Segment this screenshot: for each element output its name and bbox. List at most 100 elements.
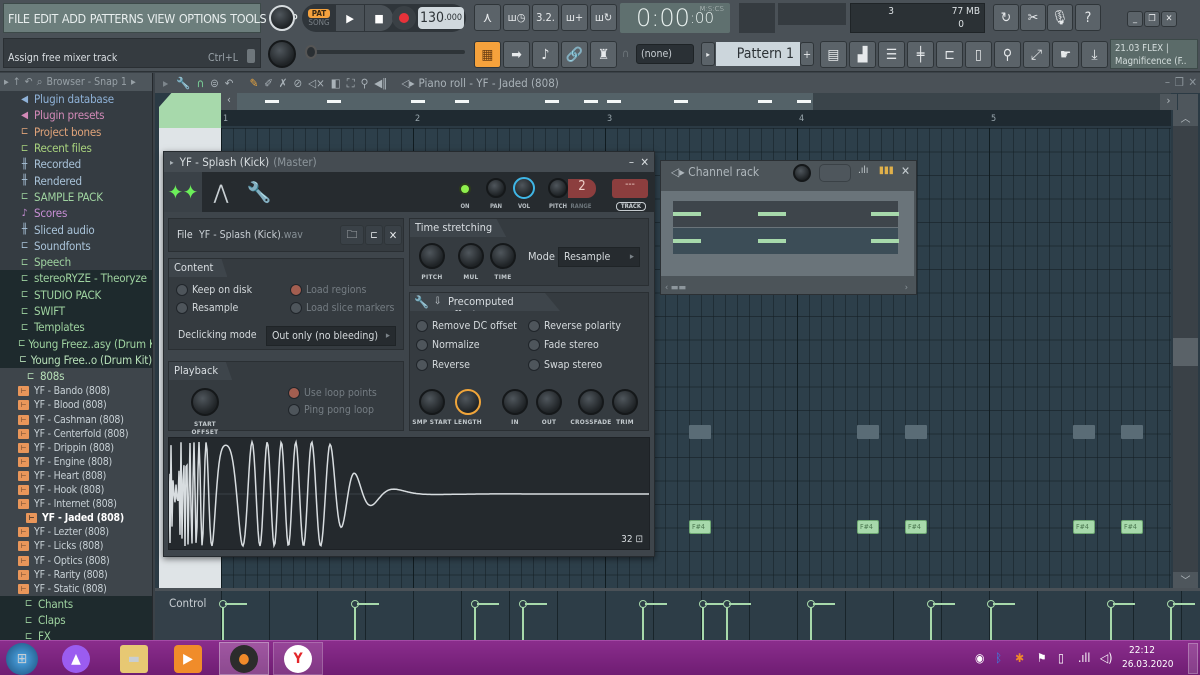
note[interactable]: F#4 <box>905 520 927 534</box>
channel-rack-close-icon[interactable]: ✕ <box>901 164 910 178</box>
pin-icon[interactable]: ⇩ <box>434 296 442 307</box>
pattern-selector[interactable]: Pattern 1 <box>716 42 800 66</box>
velocity-bar[interactable] <box>1167 600 1195 643</box>
slider-handle[interactable] <box>305 45 317 59</box>
reverse-polarity-radio[interactable]: Reverse polarity <box>528 320 621 332</box>
step-edit-button[interactable]: ▦ <box>474 41 501 68</box>
time-ruler[interactable]: 1 2 3 4 5 <box>221 110 1171 126</box>
bluetooth-tray-icon[interactable]: ᛒ <box>995 651 1002 665</box>
menu-tools[interactable]: TOOLS <box>230 11 266 26</box>
metronome-button[interactable]: ⋏ <box>474 4 501 31</box>
browser-file[interactable]: ⊢ YF - Heart (808) <box>0 468 152 483</box>
snap-magnet-icon[interactable]: ∩ <box>197 76 205 90</box>
tutorial-button[interactable]: ☛ <box>1052 41 1079 68</box>
graph-icon[interactable]: .ılı <box>858 165 868 176</box>
avast-tray-icon[interactable]: ✱ <box>1015 651 1024 665</box>
draw-pencil-icon[interactable]: ✎ <box>249 76 258 90</box>
channel-step[interactable] <box>871 212 899 216</box>
show-desktop-button[interactable] <box>1188 643 1198 674</box>
browser-item[interactable]: ⊏ Soundfonts <box>0 238 152 254</box>
media-player-icon[interactable]: ▶ <box>174 645 202 673</box>
stamp-icon[interactable]: ⊜ <box>210 76 219 90</box>
reverse-radio[interactable]: Reverse <box>416 359 470 371</box>
browser-file[interactable]: ⊢ YF - Engine (808) <box>0 454 152 469</box>
volume-knob[interactable] <box>513 177 535 199</box>
ts-time-knob[interactable] <box>490 243 516 269</box>
browser-file[interactable]: ⊢ YF - Static (808) <box>0 581 152 596</box>
pan-knob[interactable] <box>486 178 506 198</box>
tempo-field[interactable]: 130.000 <box>418 7 464 29</box>
record-button[interactable] <box>392 6 416 30</box>
news-panel[interactable]: 21.03 FLEX | Magnificence (F.. <box>1110 39 1198 69</box>
waveform-zoom[interactable]: 32 ⊡ <box>621 534 643 545</box>
channel-step[interactable] <box>673 239 701 243</box>
record-audio-button[interactable]: 🎙 <box>1047 4 1073 31</box>
velocity-bar[interactable] <box>927 600 955 643</box>
channel-step[interactable] <box>673 212 701 216</box>
note[interactable]: F#4 <box>857 520 879 534</box>
playlist-button[interactable]: ▤ <box>820 41 847 68</box>
browser-item[interactable]: ⊏ stereoRYZE - Theoryze <box>0 270 152 287</box>
mode-select[interactable]: Resample <box>558 247 640 267</box>
open-file-icon[interactable]: 🗀 <box>340 225 364 245</box>
undo-icon[interactable]: ↶ <box>225 76 234 90</box>
use-loop-points-radio[interactable]: Use loop points <box>288 387 377 399</box>
length-knob[interactable] <box>455 389 481 415</box>
channel-step[interactable] <box>871 239 899 243</box>
browser-item[interactable]: ⊏Young Freez..asy (Drum Kit) <box>0 335 152 352</box>
velocity-bar[interactable] <box>807 600 835 643</box>
master-pitch-slider[interactable] <box>305 45 465 59</box>
swap-stereo-radio[interactable]: Swap stereo <box>528 359 602 371</box>
normalize-radio[interactable]: Normalize <box>416 339 480 351</box>
menu-file[interactable]: FILE <box>8 11 30 26</box>
browser-file[interactable]: ⊢ YF - Lezter (808) <box>0 525 152 540</box>
fade-stereo-radio[interactable]: Fade stereo <box>528 339 599 351</box>
browser-item[interactable]: ⊏ Speech <box>0 254 152 270</box>
download-button[interactable]: ⤓ <box>1081 41 1108 68</box>
velocity-bar[interactable] <box>351 600 379 643</box>
channel-step[interactable] <box>758 212 786 216</box>
play-button[interactable]: ▶ <box>336 5 364 31</box>
close-button[interactable]: ✕ <box>1161 11 1177 27</box>
browser-item[interactable]: ╫ Rendered <box>0 172 152 188</box>
velocity-bar[interactable] <box>219 600 247 643</box>
browser-item[interactable]: ⊏ Recent files <box>0 140 152 156</box>
browser-item[interactable]: ⊏ SWIFT <box>0 302 152 320</box>
slip-tool-icon[interactable]: ◁× <box>308 76 325 90</box>
velocity-bar[interactable] <box>471 600 499 643</box>
taskbar-fl-studio[interactable]: ● <box>219 642 269 675</box>
volume-tray-icon[interactable]: ◁) <box>1100 651 1113 665</box>
scroll-right-button[interactable]: › <box>1160 94 1177 110</box>
countdown-button[interactable]: 3.2. <box>532 4 559 31</box>
master-volume-knob[interactable] <box>269 5 295 31</box>
control-label[interactable]: Control <box>169 596 206 610</box>
remove-dc-offset-radio[interactable]: Remove DC offset <box>416 320 517 332</box>
waveform-display[interactable]: 32 ⊡ <box>168 437 650 550</box>
velocity-bar[interactable] <box>519 600 547 643</box>
help-button[interactable]: ? <box>1075 4 1101 31</box>
browser-next-icon[interactable]: ▸ <box>131 76 136 88</box>
project-files-button[interactable]: ▯ <box>965 41 992 68</box>
browser-menu-arrow-icon[interactable]: ▸ <box>4 76 9 88</box>
network-signal-icon[interactable]: .ıll <box>1078 651 1090 665</box>
velocity-bar[interactable] <box>987 600 1015 643</box>
velocity-bar[interactable] <box>699 600 727 643</box>
note[interactable]: F#4 <box>1121 520 1143 534</box>
track-display[interactable]: --- <box>612 179 648 198</box>
minimize-button[interactable]: _ <box>1127 11 1143 27</box>
plugin-picker-button[interactable]: ⚲ <box>994 41 1021 68</box>
menu-options[interactable]: OPTIONS <box>179 11 227 26</box>
browser-item[interactable]: ♪ Scores <box>0 205 152 221</box>
scroll-up-button[interactable]: ︿ <box>1173 110 1198 126</box>
browser-button[interactable]: ⊏ <box>936 41 963 68</box>
link-button[interactable]: 🔗 <box>561 41 588 68</box>
vertical-scrollbar[interactable]: ︿ ﹀ <box>1173 110 1198 588</box>
loop-record-button[interactable]: ш↻ <box>590 4 617 31</box>
clear-file-icon[interactable]: ✕ <box>384 225 402 245</box>
browser-item[interactable]: ⊏ Young Free..o (Drum Kit) <box>0 351 152 369</box>
load-regions-radio[interactable]: Load regions <box>290 284 366 296</box>
restore-button[interactable]: ❐ <box>1144 11 1160 27</box>
wrench-icon[interactable]: 🔧 <box>176 76 190 90</box>
menu-patterns[interactable]: PATTERNS <box>90 11 144 26</box>
sampler-menu-icon[interactable]: ▸ <box>170 158 174 167</box>
